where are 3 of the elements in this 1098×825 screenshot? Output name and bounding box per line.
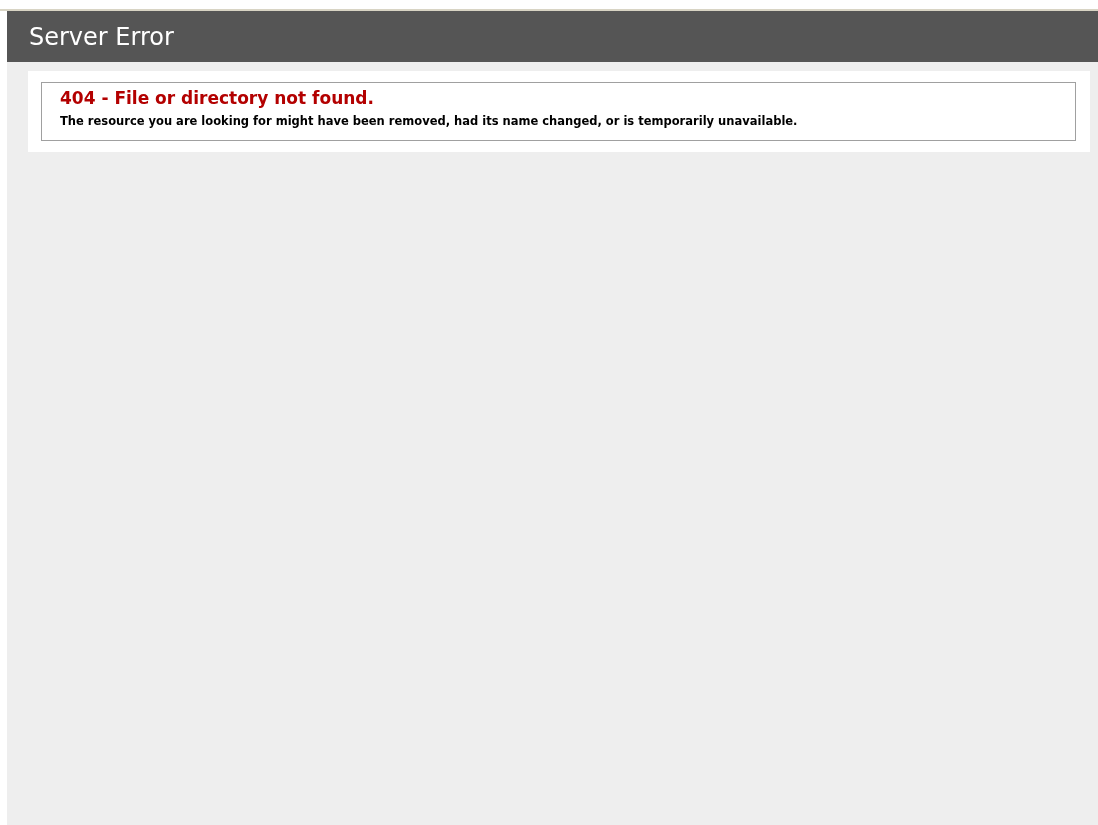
error-heading: 404 - File or directory not found. xyxy=(60,88,375,108)
error-message: The resource you are looking for might have been removed, had its name changed, or is temporarily unavailable. xyxy=(60,114,799,128)
page-title: Server Error xyxy=(29,22,174,51)
